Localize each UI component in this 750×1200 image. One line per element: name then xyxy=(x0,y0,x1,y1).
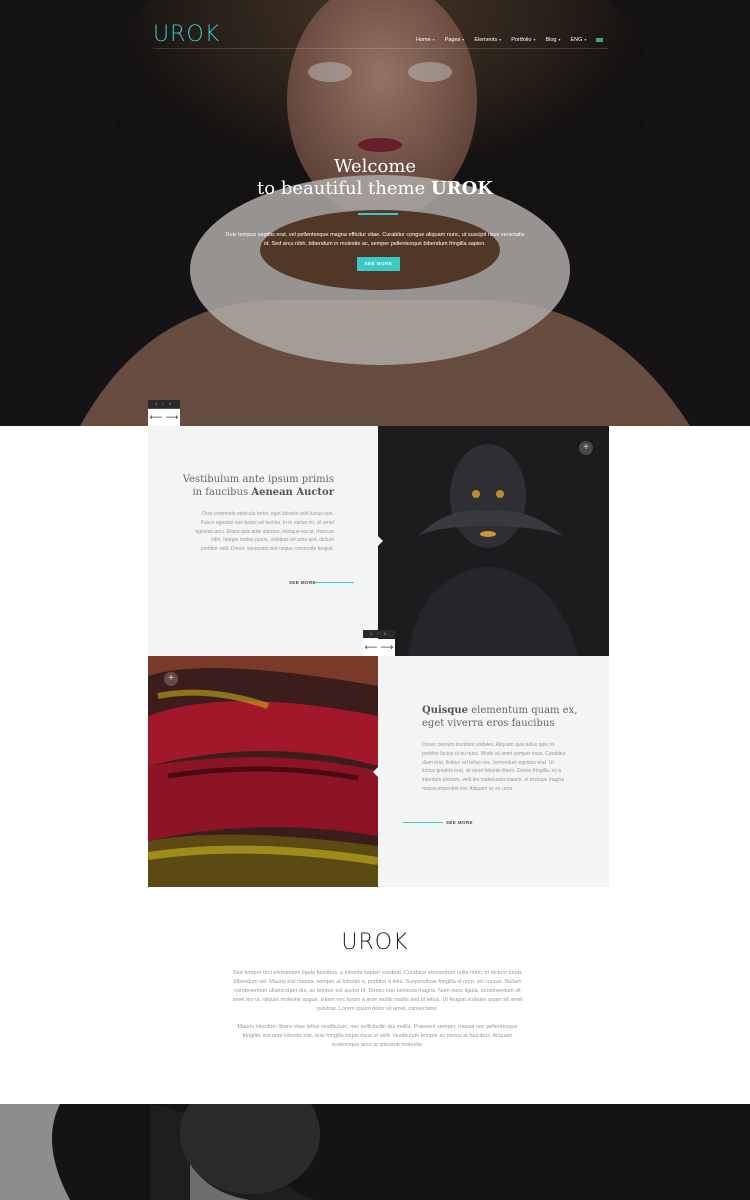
logo[interactable]: UROK xyxy=(153,22,220,47)
nav-item-home[interactable]: Home ▾ xyxy=(416,37,435,43)
hero-accent-rule xyxy=(358,213,398,215)
nav-item-language[interactable]: ENG ▾ xyxy=(571,37,587,43)
about-paragraph-1: Sed tempor orci elementum ligula faucibu… xyxy=(232,970,523,1012)
nav-item-elements[interactable]: Elements ▾ xyxy=(474,37,501,43)
header-divider xyxy=(153,48,608,49)
panel-notch xyxy=(373,767,378,777)
main-nav: Home ▾ Pages ▾ Elements ▾ Portfolio ▾ Blog ▾ … xyxy=(416,37,596,43)
chevron-down-icon: ▾ xyxy=(462,37,465,42)
arrow-left-icon[interactable]: ⟵ xyxy=(148,409,164,426)
see-more-button[interactable]: SEE MORE xyxy=(357,257,400,271)
chevron-down-icon: ▾ xyxy=(558,37,561,42)
feature2-image xyxy=(148,656,378,887)
feature1-title: Vestibulum ante ipsum primis in faucibus… xyxy=(182,474,334,498)
nav-item-portfolio[interactable]: Portfolio ▾ xyxy=(511,37,535,43)
slider-pager: 1 / 3 xyxy=(148,400,180,408)
chevron-down-icon: ▾ xyxy=(499,37,502,42)
arrow-right-icon[interactable]: ⟶ xyxy=(164,409,180,426)
painted-face-image xyxy=(378,426,609,656)
about-logo: UROK xyxy=(341,930,409,955)
nav-item-pages[interactable]: Pages ▾ xyxy=(445,37,465,43)
arrow-left-icon[interactable]: ⟵ xyxy=(363,639,379,656)
feature2-see-more-link[interactable]: SEE MORE xyxy=(446,820,473,825)
plus-icon[interactable]: + xyxy=(164,672,178,686)
bottom-image-band xyxy=(0,1104,750,1200)
hero-description: Duis tempus sagittis erat, vel pellentes… xyxy=(225,232,525,247)
hero-section: UROK Home ▾ Pages ▾ Elements ▾ Portfolio ▾ B… xyxy=(0,0,750,426)
feature-arrows: ⟵ ⟶ xyxy=(363,639,395,656)
chevron-down-icon: ▾ xyxy=(432,37,435,42)
chevron-down-icon: ▾ xyxy=(584,37,587,42)
feature1-see-more-link[interactable]: SEE MORE xyxy=(289,580,316,585)
feature1-link-rule xyxy=(314,582,354,583)
hero-title-line1: Welcome xyxy=(333,156,417,177)
painted-lips-image xyxy=(148,656,378,887)
feature2-link-rule xyxy=(403,822,443,823)
feature1-text: Duis commodo vehicula tortor, eget lobor… xyxy=(195,511,334,553)
chevron-down-icon: ▾ xyxy=(533,37,536,42)
hero-title-line2: to beautiful theme UROK xyxy=(257,178,493,199)
about-paragraph-2: Mauris interdum libero vitae tellus vest… xyxy=(237,1024,518,1048)
flag-icon[interactable] xyxy=(596,38,603,42)
slider-arrows: ⟵ ⟶ xyxy=(148,409,180,426)
plus-icon[interactable]: + xyxy=(579,441,593,455)
panel-notch xyxy=(378,536,383,546)
feature2-text: Donec pretium tincidunt sodales. Aliquam… xyxy=(422,742,566,792)
feature-pager: 1 / 3 xyxy=(363,630,395,638)
arrow-right-icon[interactable]: ⟶ xyxy=(379,639,395,656)
feature2-title: Quisque elementum quam ex, eget viverra … xyxy=(422,705,578,729)
feature1-image xyxy=(378,426,609,656)
nav-item-blog[interactable]: Blog ▾ xyxy=(545,37,560,43)
profile-portrait-image xyxy=(0,1104,750,1200)
